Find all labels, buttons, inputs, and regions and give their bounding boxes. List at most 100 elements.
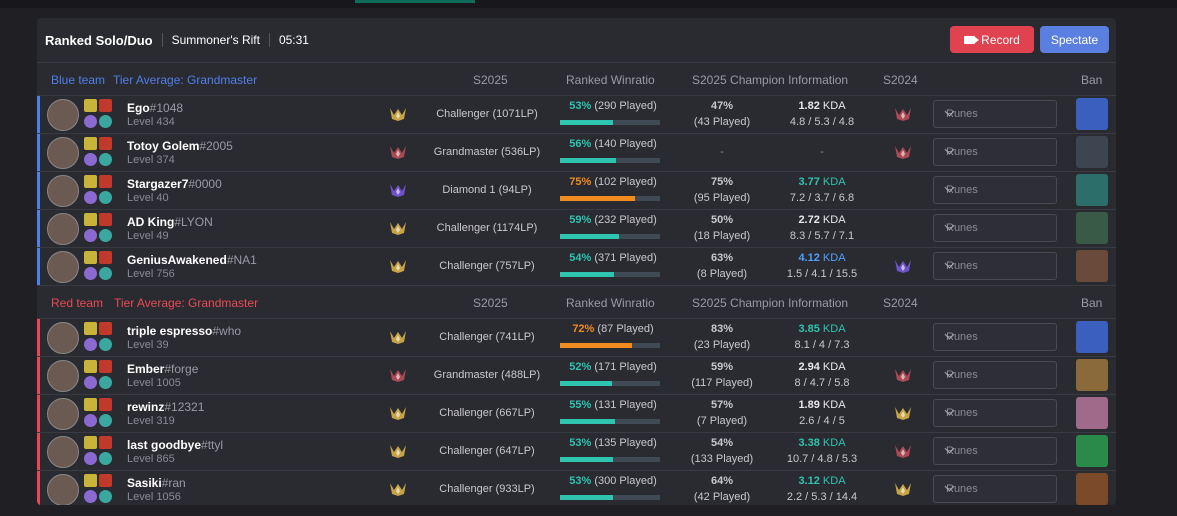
champion-winrate: 54% (710, 437, 734, 449)
winrate-played: (131 Played) (594, 399, 657, 411)
banned-champion-icon (1076, 321, 1108, 353)
column-header-s2025: S2025 (473, 296, 508, 310)
column-header-winratio: Ranked Winratio (566, 73, 655, 87)
team-color-bar (37, 248, 40, 285)
summoner-name[interactable]: Ego#1048 (127, 101, 183, 115)
rank-label: Diamond 1 (94LP) (442, 184, 532, 196)
summoner-tag: #1048 (149, 101, 184, 115)
secondary-rune-icon (99, 153, 112, 166)
summoner-level: Level 39 (127, 339, 169, 351)
spectate-label: Spectate (1050, 32, 1099, 47)
summoner-level: Level 319 (127, 415, 175, 427)
rank-label: Challenger (757LP) (439, 260, 535, 272)
champion-avatar[interactable] (47, 360, 79, 392)
kda-suffix: KDA (819, 100, 846, 112)
team-color-bar (37, 357, 40, 394)
summoner-tag: #LYON (174, 215, 213, 229)
summoner-name[interactable]: Sasiki#ran (127, 476, 186, 490)
champion-avatar[interactable] (47, 137, 79, 169)
winrate-label: 56% (140 Played) (547, 138, 679, 150)
champion-avatar[interactable] (47, 322, 79, 354)
summoner-name[interactable]: triple espresso#who (127, 324, 241, 338)
team-color-bar (37, 319, 40, 356)
s2024-rank-icon (894, 144, 912, 160)
summoner-name[interactable]: last goodbye#ttyl (127, 438, 223, 452)
secondary-rune-icon (99, 452, 112, 465)
champion-played: (133 Played) (690, 453, 754, 465)
winrate-bar (560, 381, 660, 386)
champion-avatar[interactable] (47, 251, 79, 283)
rank-emblem-icon (389, 182, 407, 198)
top-strip (0, 0, 1177, 8)
kda-detail: 2.6 / 4 / 5 (799, 415, 845, 427)
column-header-winratio: Ranked Winratio (566, 296, 655, 310)
summoner-spell-icon (84, 436, 97, 449)
rank-label: Challenger (741LP) (439, 331, 535, 343)
kda-value: 3.85 (798, 323, 820, 335)
banned-champion-icon (1076, 136, 1108, 168)
top-accent-tab (355, 0, 475, 3)
summoner-name[interactable]: Ember#forge (127, 362, 198, 376)
champion-winrate: 83% (710, 323, 734, 335)
champion-avatar[interactable] (47, 398, 79, 430)
kda-suffix: KDA (819, 399, 846, 411)
runes-dropdown[interactable]: Runes (933, 138, 1057, 166)
champion-avatar[interactable] (47, 175, 79, 207)
summoner-level: Level 374 (127, 154, 175, 166)
runes-dropdown[interactable]: Runes (933, 361, 1057, 389)
champion-avatar[interactable] (47, 474, 79, 505)
champion-avatar[interactable] (47, 213, 79, 245)
winrate-played: (87 Played) (597, 323, 654, 335)
kda-value: 1.89 (798, 399, 820, 411)
champion-kda: 3.12 KDA (767, 475, 877, 487)
summoner-tag: #ran (161, 476, 186, 490)
player-row: rewinz#12321 Level 319 Challenger (667LP) 5… (37, 395, 1116, 433)
record-button[interactable]: Record (950, 26, 1034, 53)
champion-avatar[interactable] (47, 436, 79, 468)
summoner-spell-icon (99, 213, 112, 226)
runes-dropdown[interactable]: Runes (933, 176, 1057, 204)
summoner-name[interactable]: Totoy Golem#2005 (127, 139, 233, 153)
champion-played: (8 Played) (696, 268, 748, 280)
winrate-percent: 53% (569, 437, 592, 449)
kda-suffix: KDA (819, 475, 846, 487)
winrate-bar (560, 272, 660, 277)
winrate-percent: 59% (569, 214, 592, 226)
summoner-name-text: last goodbye (127, 438, 202, 452)
winrate-bar (560, 419, 660, 424)
summoner-spell-icon (84, 251, 97, 264)
player-row: Stargazer7#0000 Level 40 Diamond 1 (94LP) 7… (37, 172, 1116, 210)
kda-suffix: KDA (819, 176, 846, 188)
s2024-rank-icon (894, 258, 912, 274)
summoner-name[interactable]: GeniusAwakened#NA1 (127, 253, 257, 267)
runes-dropdown[interactable]: Runes (933, 252, 1057, 280)
runes-dropdown[interactable]: Runes (933, 100, 1057, 128)
winrate-percent: 53% (569, 475, 592, 487)
runes-dropdown[interactable]: Runes (933, 437, 1057, 465)
s2024-rank-icon (894, 443, 912, 459)
kda-suffix: KDA (819, 252, 846, 264)
summoner-name[interactable]: AD King#LYON (127, 215, 213, 229)
runes-dropdown[interactable]: Runes (933, 323, 1057, 351)
summoner-name[interactable]: rewinz#12321 (127, 400, 204, 414)
champion-kda: 2.94 KDA (767, 361, 877, 373)
summoner-spell-icon (99, 474, 112, 487)
column-header-s2024: S2024 (883, 73, 918, 87)
champion-winrate: 63% (710, 252, 734, 264)
winrate-bar-fill (560, 419, 615, 424)
runes-dropdown[interactable]: Runes (933, 399, 1057, 427)
kda-value: 1.82 (798, 100, 820, 112)
champion-played: (95 Played) (693, 192, 751, 204)
summoner-spell-icon (99, 360, 112, 373)
s2024-rank-icon (894, 367, 912, 383)
s2024-rank-icon (894, 481, 912, 497)
keystone-rune-icon (84, 267, 97, 280)
spectate-button[interactable]: Spectate (1040, 26, 1109, 53)
rank-emblem-icon (389, 329, 407, 345)
runes-dropdown[interactable]: Runes (933, 475, 1057, 503)
record-label: Record (981, 32, 1020, 47)
summoner-name[interactable]: Stargazer7#0000 (127, 177, 222, 191)
runes-dropdown[interactable]: Runes (933, 214, 1057, 242)
kda-detail: 8.3 / 5.7 / 7.1 (789, 230, 855, 242)
champion-avatar[interactable] (47, 99, 79, 131)
